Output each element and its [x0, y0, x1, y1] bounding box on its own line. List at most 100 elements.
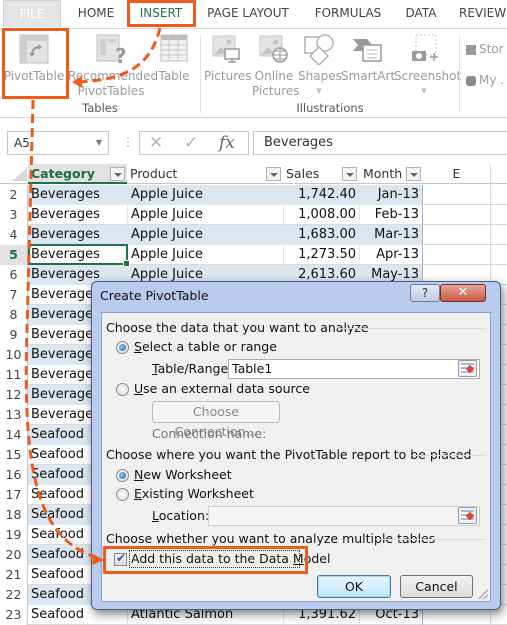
tab-review[interactable]: REVIEW — [459, 0, 507, 27]
filter-dropdown-month[interactable] — [406, 167, 421, 181]
cell-product[interactable]: Apple Juice — [127, 245, 283, 265]
table-button[interactable]: Table — [155, 29, 193, 84]
radio-new-worksheet-label[interactable]: New Worksheet — [134, 467, 232, 482]
tab-home[interactable]: HOME — [70, 0, 122, 27]
cell-sales[interactable]: 1,008.00 — [283, 205, 359, 225]
recommended-pivottables-button[interactable]: ? Recommended PivotTables — [68, 29, 158, 99]
row-header[interactable]: 16 — [0, 465, 28, 485]
radio-select-table[interactable] — [116, 341, 129, 354]
filter-dropdown-category[interactable] — [110, 167, 125, 181]
pictures-button[interactable]: Pictures — [204, 29, 252, 84]
close-button[interactable]: ✕ — [440, 284, 486, 302]
row-header[interactable]: 12 — [0, 385, 28, 405]
row-header[interactable]: 18 — [0, 505, 28, 525]
radio-new-worksheet[interactable] — [116, 469, 129, 482]
cell-product[interactable]: Apple Juice — [127, 185, 283, 205]
pictures-icon — [211, 33, 243, 65]
row-header[interactable]: 7 — [0, 285, 28, 305]
cell-month[interactable]: Feb-13 — [359, 205, 423, 225]
formula-input[interactable]: Beverages — [253, 131, 507, 155]
location-input[interactable] — [208, 506, 480, 526]
screenshot-button[interactable]: Screenshot ▼ — [394, 29, 462, 99]
smartart-button[interactable]: SmartArt — [341, 29, 395, 84]
cell-month[interactable]: Jan-13 — [359, 185, 423, 205]
col-header-sales[interactable]: Sales — [284, 164, 340, 184]
select-all-corner[interactable] — [12, 168, 27, 181]
cell-sales[interactable]: 1,273.50 — [283, 245, 359, 265]
cell-sales[interactable]: 1,742.40 — [283, 185, 359, 205]
table-range-input[interactable]: Table1 — [228, 359, 480, 379]
cell-e[interactable] — [423, 245, 491, 265]
cell-category[interactable]: Beverages — [28, 185, 127, 205]
row-header[interactable]: 21 — [0, 565, 28, 585]
pivottable-button[interactable]: PivotTable — [3, 29, 65, 84]
cancel-entry-icon[interactable]: ✕ — [149, 133, 163, 153]
radio-select-table-label[interactable]: Select a table or range — [134, 339, 277, 354]
cell-month[interactable]: Apr-13 — [359, 245, 423, 265]
row-header[interactable]: 14 — [0, 425, 28, 445]
row-header[interactable]: 17 — [0, 485, 28, 505]
enter-entry-icon[interactable]: ✓ — [184, 133, 198, 153]
name-box[interactable]: A5 ▼ — [7, 131, 109, 155]
cancel-button[interactable]: Cancel — [400, 575, 473, 598]
row-header[interactable]: 9 — [0, 325, 28, 345]
row-header[interactable]: 4 — [0, 225, 28, 245]
cell-category[interactable]: Beverages — [28, 205, 127, 225]
cell-product[interactable]: Apple Juice — [127, 225, 283, 245]
name-box-dropdown-icon[interactable]: ▼ — [96, 132, 102, 154]
screenshot-label: Screenshot — [394, 69, 462, 83]
filter-dropdown-sales[interactable] — [342, 167, 357, 181]
section-data-source: Choose the data that you want to analyze — [106, 320, 369, 335]
col-header-product[interactable]: Product — [128, 164, 268, 184]
row-header[interactable]: 6 — [0, 265, 28, 285]
my-apps-button[interactable]: My . — [466, 73, 504, 88]
shapes-dropdown-icon[interactable]: ▼ — [298, 84, 340, 99]
tab-page-layout[interactable]: PAGE LAYOUT — [203, 0, 293, 27]
tab-insert[interactable]: INSERT — [128, 0, 194, 27]
col-header-e[interactable]: E — [423, 164, 491, 184]
resize-grip[interactable] — [478, 589, 488, 599]
tab-data[interactable]: DATA — [398, 0, 444, 27]
row-header[interactable]: 8 — [0, 305, 28, 325]
formula-bar-grip[interactable]: ⋮ — [122, 135, 134, 149]
cell-product[interactable]: Apple Juice — [127, 205, 283, 225]
row-header[interactable]: 5 — [0, 245, 28, 265]
shapes-button[interactable]: Shapes ▼ — [298, 29, 342, 99]
tab-formulas[interactable]: FORMULAS — [308, 0, 388, 27]
store-button[interactable]: Stor — [466, 42, 504, 57]
row-header[interactable]: 19 — [0, 525, 28, 545]
table-icon — [158, 33, 190, 65]
choose-connection-button[interactable]: Choose Connection... — [152, 401, 280, 439]
radio-external-source-label[interactable]: Use an external data source — [134, 381, 310, 396]
cell-e[interactable] — [423, 205, 491, 225]
radio-external-source[interactable] — [116, 383, 129, 396]
cell-sales[interactable]: 1,683.00 — [283, 225, 359, 245]
filter-dropdown-product[interactable] — [266, 167, 281, 181]
tab-file[interactable]: FILE — [3, 0, 61, 27]
cell-month[interactable]: Mar-13 — [359, 225, 423, 245]
row-header[interactable]: 13 — [0, 405, 28, 425]
row-header[interactable]: 15 — [0, 445, 28, 465]
help-button[interactable]: ? — [410, 284, 440, 302]
ok-button[interactable]: OK — [317, 575, 391, 598]
insert-function-icon[interactable]: fx — [219, 133, 235, 153]
row-header[interactable]: 10 — [0, 345, 28, 365]
online-pictures-button[interactable]: Online Pictures — [252, 29, 300, 99]
row-header[interactable]: 2 — [0, 185, 28, 205]
screenshot-dropdown-icon[interactable]: ▼ — [394, 84, 454, 99]
row-header[interactable]: 22 — [0, 585, 28, 605]
row-header[interactable]: 20 — [0, 545, 28, 565]
row-header[interactable]: 23 — [0, 605, 28, 625]
row-header[interactable]: 3 — [0, 205, 28, 225]
radio-existing-worksheet[interactable] — [116, 488, 129, 501]
data-model-checkbox[interactable] — [114, 551, 127, 566]
cell-category[interactable]: Beverages — [28, 225, 127, 245]
location-collapse-button[interactable] — [458, 507, 477, 524]
radio-existing-worksheet-label[interactable]: Existing Worksheet — [134, 486, 254, 501]
data-model-checkbox-label[interactable]: Add this data to the Data Model — [131, 551, 330, 566]
table-range-collapse-button[interactable] — [458, 360, 477, 377]
cell-e[interactable] — [423, 185, 491, 205]
col-header-month[interactable]: Month — [360, 164, 406, 184]
cell-e[interactable] — [423, 225, 491, 245]
row-header[interactable]: 11 — [0, 365, 28, 385]
